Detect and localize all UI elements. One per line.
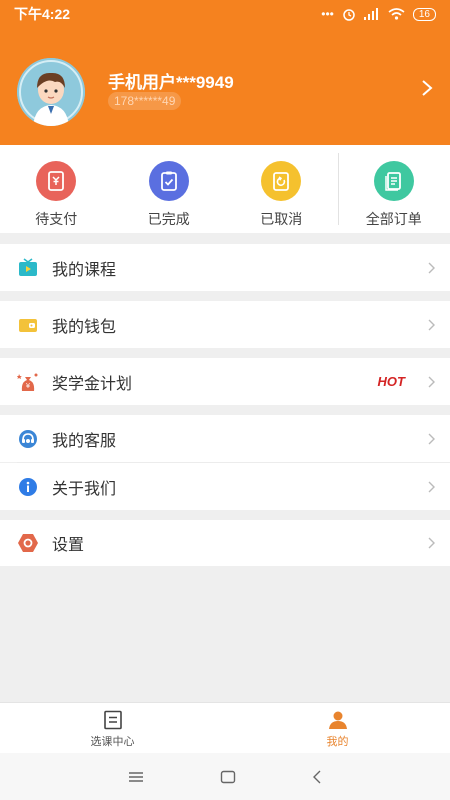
notification-dots: ••• [321, 7, 334, 21]
menu-label: 我的客服 [52, 432, 117, 450]
user-phone: 178******49 [108, 92, 182, 110]
chevron-right-icon[interactable] [420, 78, 434, 98]
status-time: 下午4:22 [14, 6, 71, 22]
avatar-image [17, 58, 85, 126]
menu-scholarship[interactable]: ¥ 奖学金计划 HOT [0, 358, 450, 405]
status-icons: ••• 16 [321, 7, 436, 21]
tab-mine[interactable]: 我的 [225, 703, 450, 753]
order-label: 待支付 [35, 211, 78, 227]
user-name: 手机用户***9949 [108, 73, 234, 92]
order-label: 已完成 [147, 211, 190, 227]
chevron-right-icon [428, 481, 435, 492]
chevron-right-icon [428, 376, 435, 387]
menu-label: 设置 [52, 537, 85, 554]
chevron-right-icon [428, 433, 435, 444]
profile-header[interactable]: 手机用户***9949 178******49 [0, 28, 450, 145]
completed-icon [148, 161, 189, 201]
tv-icon [17, 257, 39, 279]
menu-settings[interactable]: 设置 [0, 520, 450, 566]
avatar[interactable] [17, 58, 85, 126]
money-bag-icon: ¥ [17, 371, 39, 393]
order-all[interactable]: 全部订单 [337, 145, 450, 233]
settings-icon [17, 532, 39, 554]
tab-course-center[interactable]: 选课中心 [0, 703, 225, 753]
chevron-right-icon [428, 537, 435, 549]
info-icon [17, 476, 39, 498]
menu-label: 关于我们 [52, 480, 117, 498]
menu-my-wallet[interactable]: 我的钱包 [0, 301, 450, 348]
alarm-icon [343, 9, 355, 21]
menu-icon[interactable] [128, 771, 144, 783]
all-orders-icon [373, 161, 414, 201]
wifi-icon [388, 8, 405, 20]
order-status-bar: 待支付 已完成 已取消 全部订单 [0, 145, 450, 233]
order-cancelled[interactable]: 已取消 [225, 145, 338, 233]
order-pending-payment[interactable]: 待支付 [0, 145, 113, 233]
menu-customer-service[interactable]: 我的客服 [0, 415, 450, 462]
order-label: 全部订单 [365, 211, 422, 227]
pending-payment-icon [36, 161, 77, 201]
user-icon [328, 711, 347, 729]
tab-label: 选课中心 [90, 736, 135, 748]
course-list-icon [103, 710, 122, 730]
order-label: 已取消 [260, 211, 303, 227]
status-bar: 下午4:22 ••• 16 [0, 0, 450, 28]
home-icon[interactable] [220, 770, 236, 784]
menu-about-us[interactable]: 关于我们 [0, 463, 450, 510]
system-navigation-bar [0, 753, 450, 800]
menu-label: 奖学金计划 [52, 375, 133, 393]
menu-my-courses[interactable]: 我的课程 [0, 244, 450, 291]
svg-text:¥: ¥ [26, 382, 31, 390]
order-completed[interactable]: 已完成 [113, 145, 226, 233]
cancelled-icon [261, 161, 302, 201]
tab-label: 我的 [326, 736, 349, 748]
signal-icon [363, 8, 378, 20]
bottom-tab-bar: 选课中心 我的 [0, 702, 450, 753]
back-icon[interactable] [312, 770, 322, 784]
menu-label: 我的钱包 [52, 318, 117, 336]
chevron-right-icon [428, 262, 435, 273]
hot-badge: HOT [377, 374, 405, 389]
chevron-right-icon [428, 319, 435, 330]
headset-icon [17, 428, 39, 450]
wallet-icon [17, 314, 39, 336]
menu-label: 我的课程 [52, 261, 117, 279]
battery-indicator: 16 [412, 7, 436, 21]
